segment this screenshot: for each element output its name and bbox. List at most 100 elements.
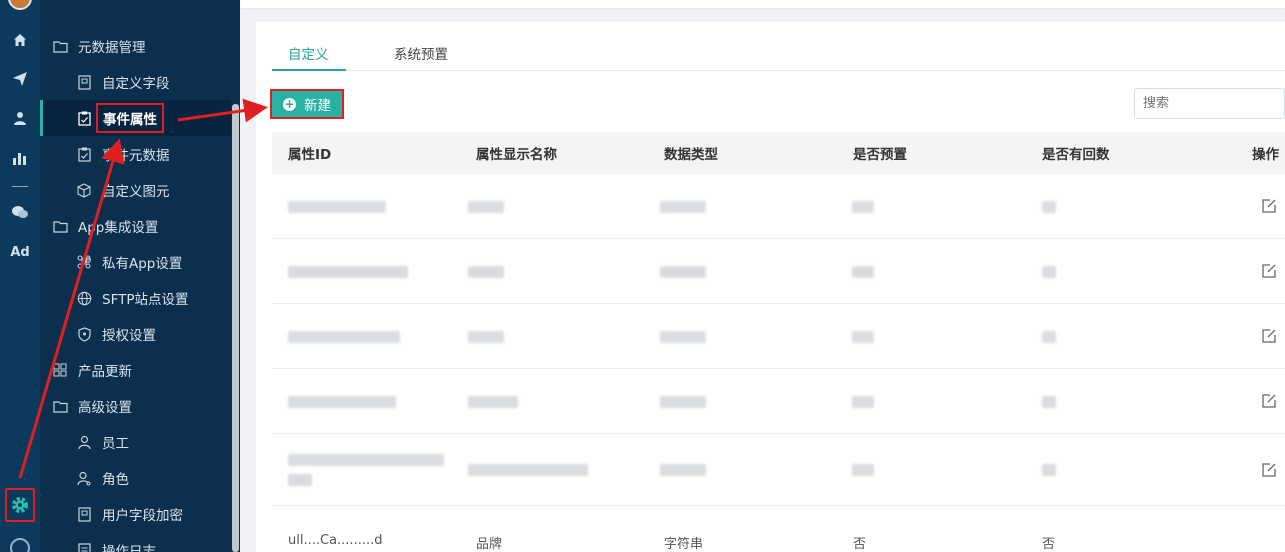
menu-item-app-integration[interactable]: App集成设置 [40,208,231,244]
send-icon[interactable] [0,69,40,89]
column-header: 数据类型 [664,147,718,163]
person-icon [76,434,92,450]
search-input[interactable] [1134,88,1285,119]
menu-item-operation-log[interactable]: 操作日志 [40,532,231,552]
form-icon [76,74,92,90]
edit-icon[interactable] [1261,462,1277,478]
redacted-type [660,464,706,476]
content-panel: 自定义 系统预置 + 新建 属性ID 属性显示名称 数据类型 是否预置 是否有回… [256,22,1285,552]
redacted-name [468,330,504,343]
tab-bar: 自定义 系统预置 [272,34,1285,71]
redacted-preset [852,200,874,213]
column-header: 是否有回数 [1042,147,1110,163]
settings-submenu: 元数据管理 自定义字段 事件属性 事件元数据 自定义图元 App集成设置 私有A… [40,0,231,552]
redacted-id [288,200,386,213]
menu-item-field-encryption[interactable]: 用户字段加密 [40,496,231,532]
command-icon [76,254,92,270]
redacted-backfill [1042,395,1056,408]
menu-item-metadata[interactable]: 元数据管理 [40,28,231,64]
gear-icon [12,497,28,513]
settings-button[interactable] [5,488,35,522]
redacted-type [660,265,706,278]
menu-label: 私有App设置 [102,256,183,272]
menu-label: App集成设置 [78,220,159,236]
bar-chart-icon[interactable] [0,148,40,168]
menu-item-custom-element[interactable]: 自定义图元 [40,172,231,208]
redacted-type [660,330,706,343]
menu-label: 员工 [102,436,129,452]
redacted-preset [852,265,874,278]
person-key-icon [76,470,92,486]
globe-icon [76,290,92,306]
menu-label: 事件元数据 [102,148,170,164]
redacted-type [660,395,706,408]
column-header: 属性ID [288,147,332,163]
menu-label: SFTP站点设置 [102,292,189,308]
wechat-icon[interactable] [0,202,40,222]
clipboard-icon [76,110,92,126]
tab-system-preset[interactable]: 系统预置 [394,34,448,71]
menu-item-custom-field[interactable]: 自定义字段 [40,64,231,100]
redacted-id [288,474,312,486]
table-row [272,434,1285,506]
menu-item-employee[interactable]: 员工 [40,424,231,460]
menu-label: 角色 [102,472,129,488]
cell-name: 品牌 [476,537,503,552]
submenu-scrollbar[interactable] [232,104,239,552]
edit-icon[interactable] [1261,328,1277,344]
column-header: 属性显示名称 [476,147,557,163]
ad-icon[interactable]: Ad [0,242,40,262]
cell-id: ull....Ca.........d [288,533,383,548]
redacted-id [288,454,444,466]
menu-label: 事件属性 [96,103,164,133]
top-bar [240,0,1285,8]
table-row [272,304,1285,369]
menu-label: 自定义字段 [102,76,170,92]
menu-item-role[interactable]: 角色 [40,460,231,496]
table-row [272,174,1285,239]
rail-divider [12,186,28,187]
column-header: 是否预置 [853,147,907,163]
redacted-id [288,395,396,408]
clipboard-icon [76,146,92,162]
menu-item-event-metadata[interactable]: 事件元数据 [40,136,231,172]
redacted-type [660,200,706,213]
menu-item-event-attribute[interactable]: 事件属性 [40,100,231,136]
icon-rail: Ad [0,0,40,552]
redacted-name [468,200,504,213]
new-button[interactable]: + 新建 [270,89,344,119]
shield-icon [76,326,92,342]
cell-type: 字符串 [664,537,704,552]
redacted-backfill [1042,200,1056,213]
grid-icon [52,362,68,378]
edit-icon[interactable] [1261,393,1277,409]
redacted-backfill [1042,265,1056,278]
redacted-preset [852,330,874,343]
avatar[interactable] [8,0,32,10]
menu-label: 高级设置 [78,400,132,416]
menu-item-advanced[interactable]: 高级设置 [40,388,231,424]
folder-icon [52,218,68,234]
redacted-preset [852,464,874,476]
table-row [272,239,1285,304]
tab-custom[interactable]: 自定义 [288,34,329,71]
redacted-backfill [1042,464,1056,476]
column-header: 操作 [1252,147,1279,163]
new-button-label: 新建 [304,98,331,114]
redacted-preset [852,395,874,408]
ad-label: Ad [10,244,30,260]
menu-label: 用户字段加密 [102,508,183,524]
user-icon[interactable] [0,108,40,128]
edit-icon[interactable] [1261,263,1277,279]
menu-item-authorization[interactable]: 授权设置 [40,316,231,352]
menu-item-private-app[interactable]: 私有App设置 [40,244,231,280]
chat-icon[interactable] [10,538,30,552]
home-icon[interactable] [0,30,40,50]
redacted-id [288,265,408,278]
menu-item-product-updates[interactable]: 产品更新 [40,352,231,388]
menu-label: 元数据管理 [78,40,146,56]
folder-icon [52,38,68,54]
menu-item-sftp[interactable]: SFTP站点设置 [40,280,231,316]
plus-circle-icon: + [283,96,296,111]
edit-icon[interactable] [1261,198,1277,214]
